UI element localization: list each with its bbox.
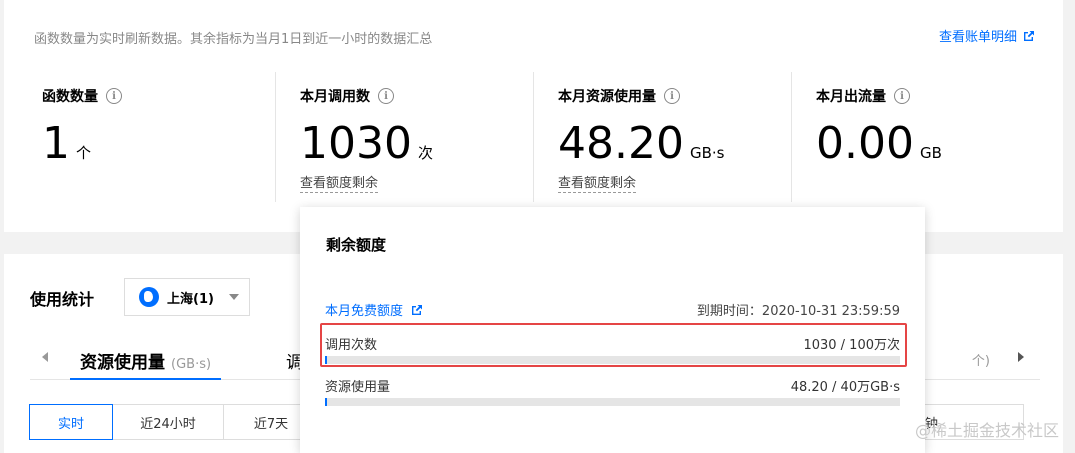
stat-unit: 个 [76,144,92,162]
stat-value: 1 [42,118,70,169]
remaining-quota-popover: 剩余额度 本月免费额度 到期时间：2020-10-31 23:59:59 调用次… [300,207,925,453]
stat-function-count: 函数数量 i 1 个 [42,72,272,202]
free-quota-label: 本月免费额度 [325,304,404,319]
scroll-left-icon[interactable] [42,352,48,362]
stat-monthly-outbound-traffic: 本月出流量 i 0.00 GB [816,72,1046,202]
view-remaining-quota-link[interactable]: 查看额度剩余 [558,172,637,193]
stat-label: 本月出流量 [816,89,886,105]
stat-unit: GB·s [689,144,725,162]
quota-progress-fill [325,398,327,406]
stat-label: 本月调用数 [300,89,370,105]
external-link-icon [1024,30,1034,41]
summary-card: 函数数量为实时刷新数据。其余指标为当月1日到近一小时的数据汇总 查看账单明细 函… [4,0,1063,232]
external-link-icon [412,304,423,315]
highlight-annotation [320,323,907,367]
divider [275,72,276,202]
stat-unit: 次 [417,144,433,162]
view-bill-details-link[interactable]: 查看账单明细 [939,26,1035,45]
stat-value: 0.00 [816,118,914,169]
divider [533,72,534,202]
popover-title: 剩余额度 [326,236,387,254]
stat-label: 函数数量 [42,89,98,105]
bill-link-label: 查看账单明细 [938,30,1017,45]
stat-unit: GB [919,144,942,162]
info-icon[interactable]: i [106,88,122,104]
tab-resource-usage[interactable]: 资源使用量 (GB·s) [70,334,222,380]
divider [791,72,792,202]
info-icon[interactable]: i [378,88,394,104]
tab-unit: (GB·s) [171,357,212,372]
view-remaining-quota-link[interactable]: 查看额度剩余 [300,172,379,193]
info-icon[interactable]: i [894,88,910,104]
info-icon[interactable]: i [664,88,680,104]
quota-label: 资源使用量 [325,380,391,395]
region-label: 上海(1) [167,291,214,307]
chevron-down-icon [229,294,239,300]
time-range-group: 实时 近24小时 近7天 [29,404,319,440]
stat-monthly-resource-usage: 本月资源使用量 i 48.20 GB·s 查看额度剩余 [558,72,788,202]
stat-value: 1030 [300,118,412,169]
stat-label: 本月资源使用量 [558,89,656,105]
scroll-right-icon[interactable] [1018,352,1024,362]
stat-monthly-invocations: 本月调用数 i 1030 次 查看额度剩余 [300,72,530,202]
data-notice: 函数数量为实时刷新数据。其余指标为当月1日到近一小时的数据汇总 [34,32,433,47]
watermark: @稀土掘金技术社区 [914,421,1059,440]
tab-label: 资源使用量 [80,353,165,373]
range-24h-button[interactable]: 近24小时 [112,404,224,440]
globe-icon [139,287,159,307]
free-quota-link[interactable]: 本月免费额度 [325,300,423,319]
usage-title: 使用统计 [30,290,95,309]
region-select[interactable]: 上海(1) [124,278,250,316]
quota-progress-bar [325,398,900,406]
range-realtime-button[interactable]: 实时 [29,404,113,440]
quota-value: 48.20 / 40万GB·s [790,380,900,395]
tab-partial[interactable]: 个) [972,350,990,369]
expiry-time: 到期时间：2020-10-31 23:59:59 [696,304,900,319]
stat-value: 48.20 [558,118,684,169]
